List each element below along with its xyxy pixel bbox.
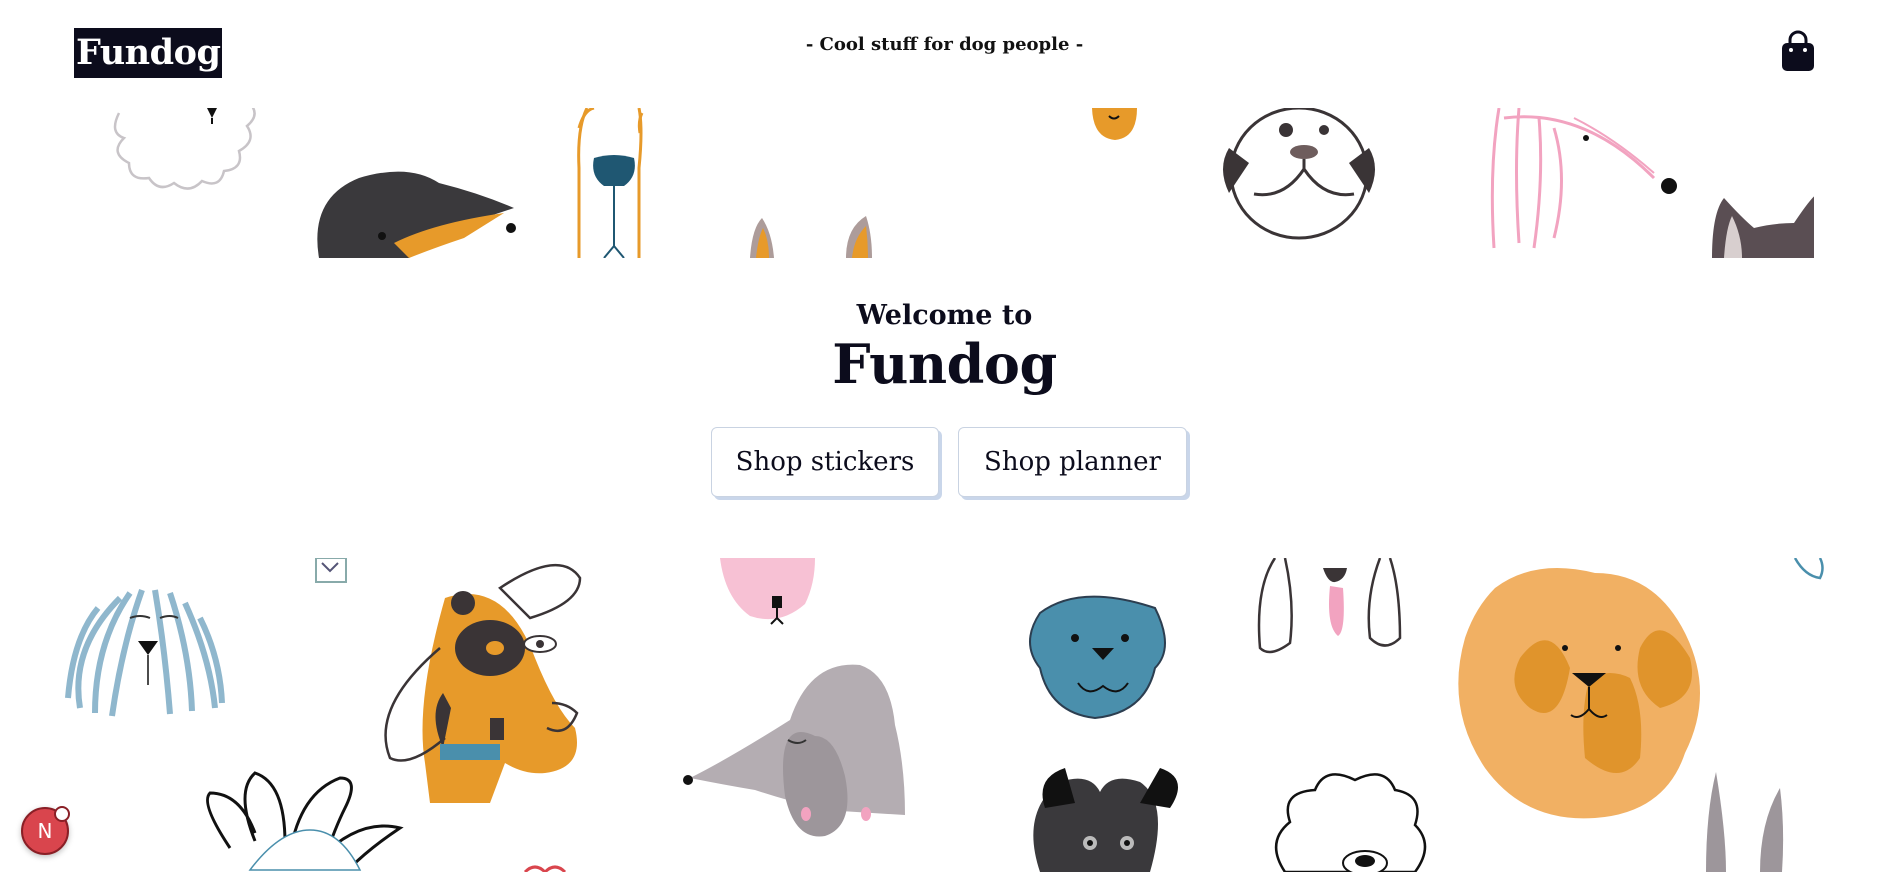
- dog-illustration-black-scruffy: [1033, 768, 1178, 872]
- badge-dot-icon: [54, 806, 70, 822]
- dog-illustration-spiky: [206, 771, 404, 871]
- hero-title: Fundog: [832, 332, 1057, 396]
- dog-illustration-pink-nose: [720, 558, 815, 625]
- dog-illustration-grey-ears: [1706, 772, 1784, 872]
- dog-illustration-orange-spotted: [384, 563, 582, 803]
- site-tagline: - Cool stuff for dog people -: [805, 34, 1084, 55]
- dog-illustration-blue-striped: [65, 588, 227, 717]
- dog-illustration-orange-lion: [1458, 568, 1700, 819]
- badge-letter: N: [37, 819, 53, 843]
- dog-illustration-grey: [683, 664, 905, 837]
- dog-illustration-small-frame: [315, 558, 347, 583]
- page: Fundog - Cool stuff for dog people - Wel…: [0, 0, 1889, 872]
- dog-illustration-orange-snout: [1092, 108, 1137, 140]
- dog-illustration-dark-ears: [1712, 196, 1814, 258]
- shop-planner-button[interactable]: Shop planner: [958, 427, 1187, 497]
- dog-illustration-blue-pug: [1029, 595, 1166, 720]
- shopping-bag-icon[interactable]: [1780, 30, 1816, 72]
- dog-illustration-pink: [1490, 108, 1677, 249]
- dog-illustration-tongue: [1257, 558, 1402, 654]
- dog-illustration-teal-squiggle: [1793, 558, 1824, 580]
- dog-illustration-bulldog: [1223, 108, 1375, 240]
- dog-illustration-pink-marks: [523, 865, 567, 872]
- dog-illustrations-top: [74, 108, 1814, 258]
- dog-illustration-fluffy: [113, 108, 256, 190]
- dog-illustration-poodle: [1275, 773, 1427, 872]
- shop-stickers-button[interactable]: Shop stickers: [711, 427, 939, 497]
- dog-illustration-ears: [750, 216, 872, 258]
- dog-illustration-orange-outline: [577, 108, 644, 258]
- welcome-text: Welcome to: [856, 300, 1033, 331]
- dog-illustration-dachshund: [317, 171, 516, 258]
- dog-illustrations-bottom: [0, 558, 1889, 872]
- notification-badge[interactable]: N: [21, 806, 70, 855]
